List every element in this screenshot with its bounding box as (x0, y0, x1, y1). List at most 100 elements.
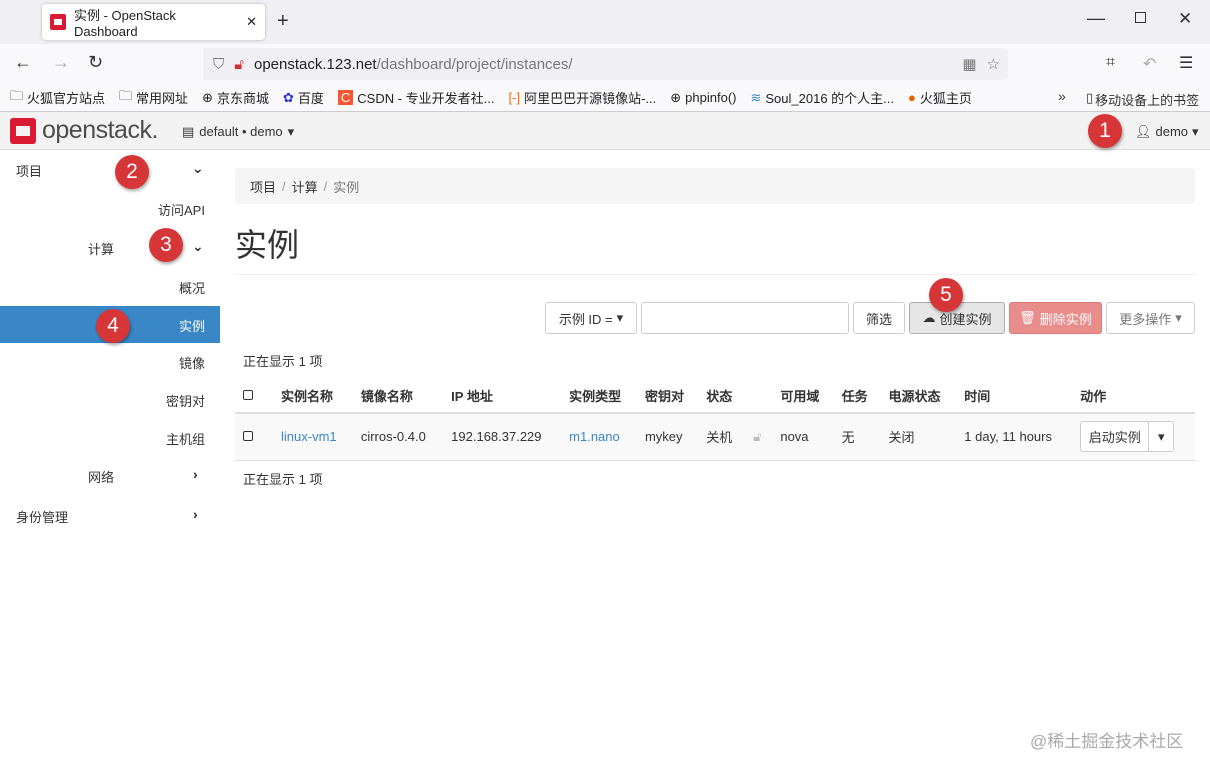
user-name: demo (1156, 124, 1189, 140)
col-age[interactable]: 时间 (956, 378, 1072, 413)
undo-icon[interactable]: ↶ (1143, 54, 1156, 74)
item-count-top: 正在显示 1 项 (243, 351, 322, 370)
col-name[interactable]: 实例名称 (273, 378, 353, 413)
forward-icon[interactable]: → (52, 52, 70, 73)
task: 无 (834, 413, 881, 460)
sidebar-item-compute[interactable]: 计算 (88, 239, 114, 258)
firefox-icon: ● (908, 90, 916, 105)
annotation-badge-5: 5 (929, 278, 963, 312)
bookmark-label: Soul_2016 的个人主... (765, 88, 894, 107)
sidebar-item-network[interactable]: 网络 (88, 467, 114, 486)
col-az[interactable]: 可用域 (772, 378, 833, 413)
ip-address: 192.168.37.229 (443, 413, 561, 460)
item-count-bottom: 正在显示 1 项 (243, 469, 322, 488)
instances-table: 实例名称 镜像名称 IP 地址 实例类型 密钥对 状态 可用域 任务 电源状态 … (235, 378, 1195, 461)
back-icon[interactable]: ← (14, 52, 32, 73)
bookmark-1[interactable]: 🗀︎常用网址 (119, 87, 188, 109)
select-all-checkbox[interactable] (243, 390, 253, 400)
breadcrumb-project[interactable]: 项目 (250, 177, 276, 196)
col-actions: 动作 (1072, 378, 1195, 413)
screenshot-icon[interactable]: ⌗ (1106, 54, 1115, 72)
col-ip[interactable]: IP 地址 (443, 378, 561, 413)
openstack-logo[interactable]: openstack. (10, 116, 158, 145)
bookmark-0[interactable]: 🗀︎火狐官方站点 (10, 87, 105, 109)
sidebar-item-images[interactable]: 镜像 (179, 353, 205, 372)
more-bookmarks-icon[interactable]: » (1058, 88, 1066, 104)
browser-tab[interactable]: 实例 - OpenStack Dashboard ✕ (42, 4, 265, 40)
mobile-bookmarks-label: 移动设备上的书签 (1095, 90, 1199, 109)
bookmark-5[interactable]: [-]阿里巴巴开源镜像站-... (509, 88, 657, 107)
col-task[interactable]: 任务 (834, 378, 881, 413)
filter-input[interactable] (641, 302, 849, 334)
mobile-bookmarks[interactable]: ▯移动设备上的书签 (1086, 90, 1199, 109)
sidebar-item-instances[interactable]: 实例 (179, 316, 205, 335)
globe-icon: ⊕ (202, 90, 213, 106)
bookmark-2[interactable]: ⊕京东商城 (202, 88, 269, 107)
sidebar-item-project[interactable]: 项目 (16, 161, 42, 180)
maximize-icon[interactable] (1135, 12, 1146, 23)
logo-text: openstack. (42, 116, 158, 145)
mobile-icon: ▯ (1086, 90, 1093, 109)
bookmark-8[interactable]: ● 火狐主页 (908, 88, 972, 107)
sidebar-item-api-access[interactable]: 访问API (158, 200, 205, 219)
folder-icon: 🗀︎ (119, 87, 132, 109)
trash-icon: 🗑︎ (1019, 310, 1036, 326)
url-bar[interactable]: ⛉ 🔓︎ openstack.123.net/dashboard/project… (203, 48, 1008, 80)
project-icon: ▤ (182, 124, 194, 140)
sidebar-item-host-groups[interactable]: 主机组 (166, 429, 205, 448)
image-name: cirros-0.4.0 (353, 413, 443, 460)
close-tab-icon[interactable]: ✕ (246, 14, 257, 30)
bookmark-7[interactable]: ≋Soul_2016 的个人主... (750, 88, 894, 107)
table-header-row: 实例名称 镜像名称 IP 地址 实例类型 密钥对 状态 可用域 任务 电源状态 … (235, 378, 1195, 413)
start-instance-button[interactable]: 启动实例 (1081, 422, 1149, 451)
bookmark-6[interactable]: ⊕phpinfo() (670, 90, 736, 106)
sidebar-item-overview[interactable]: 概况 (179, 278, 205, 297)
row-actions-dropdown-icon[interactable]: ▾ (1149, 422, 1173, 451)
power-state: 关闭 (880, 413, 956, 460)
chevron-right-icon[interactable]: › (193, 506, 198, 522)
new-tab-icon[interactable]: + (277, 10, 289, 33)
bookmark-4[interactable]: CCSDN - 专业开发者社... (338, 88, 495, 107)
delete-instances-button[interactable]: 🗑︎删除实例 (1009, 302, 1102, 334)
breadcrumb-compute[interactable]: 计算 (292, 177, 318, 196)
cloud-upload-icon: ☁ (922, 310, 935, 326)
table-row: linux-vm1 cirros-0.4.0 192.168.37.229 m1… (235, 413, 1195, 460)
instance-name-link[interactable]: linux-vm1 (281, 429, 337, 444)
bookmark-label: 常用网址 (136, 88, 188, 107)
bookmark-star-icon[interactable]: ☆ (987, 55, 1000, 73)
sidebar-item-identity[interactable]: 身份管理 (16, 507, 68, 526)
col-status[interactable]: 状态 (698, 378, 745, 413)
age: 1 day, 11 hours (956, 413, 1072, 460)
user-menu[interactable]: 👤︎demo▾ (1135, 124, 1199, 140)
reload-icon[interactable]: ↻ (88, 52, 103, 73)
flavor-link[interactable]: m1.nano (569, 429, 620, 444)
tab-title: 实例 - OpenStack Dashboard (74, 5, 238, 39)
menu-icon[interactable]: ☰ (1179, 53, 1193, 73)
row-checkbox[interactable] (243, 431, 253, 441)
insecure-lock-icon: 🔓︎ (234, 56, 244, 73)
minimize-icon[interactable]: — (1087, 8, 1105, 29)
project-selector[interactable]: ▤default • demo▾ (182, 124, 294, 140)
bookmarks-bar: 🗀︎火狐官方站点 🗀︎常用网址 ⊕京东商城 ✿百度 CCSDN - 专业开发者社… (0, 84, 1210, 112)
aliyun-icon: [-] (509, 90, 521, 105)
col-power[interactable]: 电源状态 (880, 378, 956, 413)
more-actions-button[interactable]: 更多操作▾ (1106, 302, 1195, 334)
openstack-logo-icon (10, 118, 36, 144)
keypair: mykey (637, 413, 698, 460)
filter-field-select[interactable]: 示例 ID =▾ (545, 302, 637, 334)
bookmark-3[interactable]: ✿百度 (283, 88, 324, 107)
chevron-down-icon[interactable]: ⌄ (192, 160, 204, 177)
filter-button[interactable]: 筛选 (853, 302, 905, 334)
sidebar-item-keypairs[interactable]: 密钥对 (166, 391, 205, 410)
status: 关机 (698, 413, 745, 460)
col-flavor[interactable]: 实例类型 (561, 378, 637, 413)
caret-down-icon: ▾ (288, 124, 295, 140)
bookmark-label: 火狐主页 (920, 88, 972, 107)
baidu-icon: ✿ (283, 90, 294, 106)
col-image[interactable]: 镜像名称 (353, 378, 443, 413)
col-keypair[interactable]: 密钥对 (637, 378, 698, 413)
qr-code-icon[interactable]: ▦ (962, 55, 976, 73)
window-close-icon[interactable]: ✕ (1178, 9, 1192, 29)
chevron-down-icon[interactable]: ⌄ (192, 238, 204, 255)
chevron-right-icon[interactable]: › (193, 466, 198, 482)
